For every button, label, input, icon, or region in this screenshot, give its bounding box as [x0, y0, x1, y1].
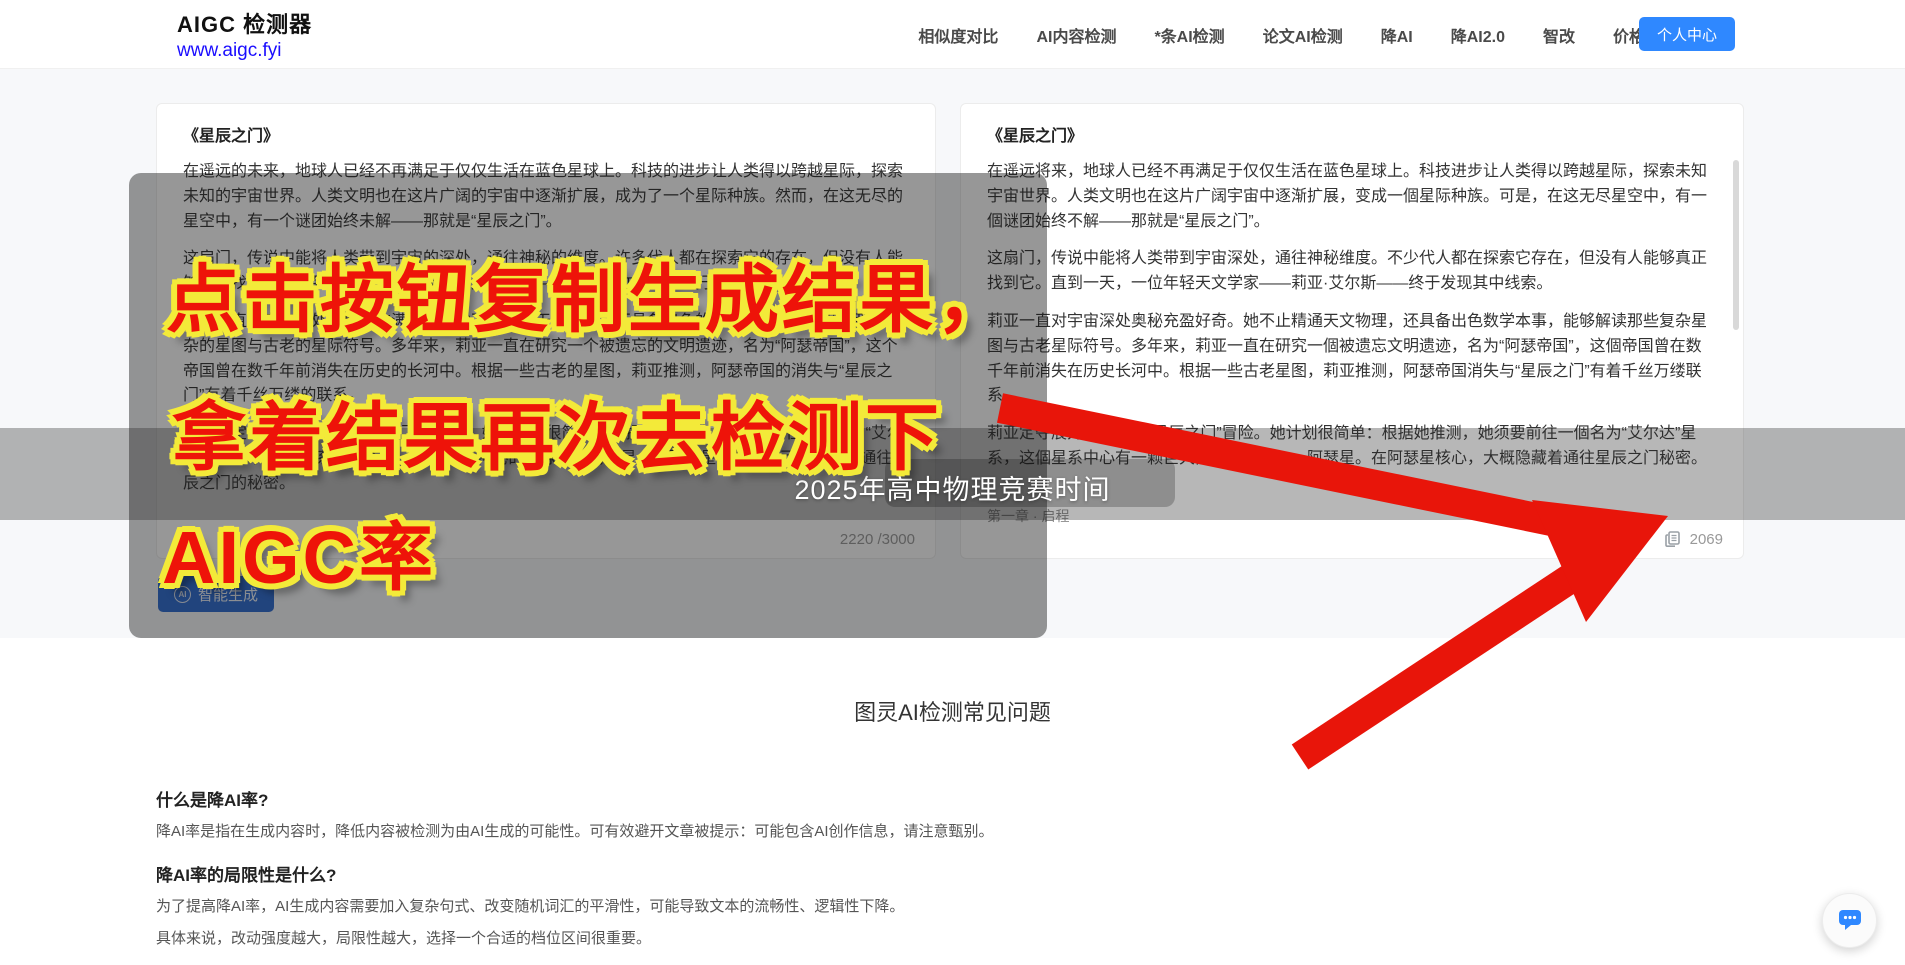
faq-answer-line: 降AI率是指在生成内容时，降低内容被检测为由AI生成的可能性。可有效避开文章被提…: [156, 821, 1556, 843]
nav-item[interactable]: 降AI: [1381, 23, 1413, 47]
story-paragraph: 莉亚决定展开一场关于“星辰之门”的冒险。她的计划很简单：根据她的推测，她需要前往…: [183, 422, 909, 496]
faq-answer-line: 具体来说，改动强度越大，局限性越大，选择一个合适的档位区间很重要。: [156, 928, 1556, 950]
chapter-label: 第一章 · 启程: [987, 506, 1069, 526]
faq-answer: 为了提高降AI率，AI生成内容需要加入复杂句式、改变随机词汇的平滑性，可能导致文…: [156, 896, 1556, 950]
source-text-panel[interactable]: 《星辰之门》 在遥远的未来，地球人已经不再满足于仅仅生活在蓝色星球上。科技的进步…: [156, 103, 936, 559]
result-text-body: 《星辰之门》 在遥远将来，地球人已经不再满足于仅仅生活在蓝色星球上。科技进步让人…: [961, 104, 1743, 476]
chat-support-button[interactable]: [1822, 893, 1877, 948]
chat-bubble-icon: [1836, 905, 1864, 936]
faq-question: 降AI率的局限性是什么?: [156, 861, 1556, 886]
story-paragraph: 莉亚一直对宇宙深处奥秘充盈好奇。她不止精通天文物理，还具备出色数学本事，能够解读…: [987, 310, 1717, 409]
story-paragraph: 莉亚一直对宇宙深处的奥秘充满好奇。她不仅精通天文物理，还具备出色的数学能力，能够…: [183, 310, 909, 409]
story-title-right: 《星辰之门》: [987, 122, 1717, 146]
faq-item: 什么是降AI率? 降AI率是指在生成内容时，降低内容被检测为由AI生成的可能性。…: [156, 786, 1556, 843]
smart-generate-button[interactable]: AI 智能生成: [158, 576, 274, 612]
nav-item[interactable]: 智改: [1543, 23, 1575, 47]
story-paragraph: 莉亚定夺展开一场关于“星辰之门”冒险。她计划很简单：根据她推测，她须要前往一個名…: [987, 422, 1717, 472]
faq-answer: 降AI率是指在生成内容时，降低内容被检测为由AI生成的可能性。可有效避开文章被提…: [156, 821, 1556, 843]
main-nav: 相似度对比AI内容检测*条AI检测论文AI检测降AI降AI2.0智改价格: [918, 0, 1645, 69]
char-counter-left: 2220 /3000: [840, 531, 915, 548]
logo[interactable]: AIGC 检测器 www.aigc.fyi: [177, 7, 312, 62]
tool-section: 《星辰之门》 在遥远的未来，地球人已经不再满足于仅仅生活在蓝色星球上。科技的进步…: [0, 69, 1905, 638]
story-paragraph: 在遥远将来，地球人已经不再满足于仅仅生活在蓝色星球上。科技进步让人类得以跨越星际…: [987, 160, 1717, 234]
faq-title: 图灵AI检测常见问题: [0, 695, 1905, 727]
logo-title: AIGC 检测器: [177, 7, 312, 39]
nav-item[interactable]: 相似度对比: [918, 23, 998, 47]
faq-section: 什么是降AI率? 降AI率是指在生成内容时，降低内容被检测为由AI生成的可能性。…: [156, 768, 1556, 965]
story-paragraph: 这扇门，传说中能将人类带到宇宙深处，通往神秘维度。不少代人都在探索它存在，但没有…: [987, 247, 1717, 297]
story-paragraph: 在遥远的未来，地球人已经不再满足于仅仅生活在蓝色星球上。科技的进步让人类得以跨越…: [183, 160, 909, 234]
source-text-body[interactable]: 《星辰之门》 在遥远的未来，地球人已经不再满足于仅仅生活在蓝色星球上。科技的进步…: [157, 104, 935, 502]
copy-icon: [1664, 536, 1682, 551]
scrollbar-thumb[interactable]: [1733, 160, 1739, 330]
profile-center-button[interactable]: 个人中心: [1639, 17, 1735, 51]
generate-button-label: 智能生成: [198, 584, 258, 605]
nav-item[interactable]: *条AI检测: [1154, 23, 1224, 47]
header: AIGC 检测器 www.aigc.fyi 相似度对比 AI内容检测 *条AI检测 论…: [0, 0, 1905, 69]
ai-circle-icon: AI: [174, 586, 191, 603]
story-paragraph: 这扇门，传说中能将人类带到宇宙的深处，通往神秘的维度。许多代人都在探索它的存在，…: [183, 247, 909, 297]
story-title-left: 《星辰之门》: [183, 122, 909, 146]
copy-result-button[interactable]: [1664, 530, 1682, 548]
result-paragraphs: 在遥远将来，地球人已经不再满足于仅仅生活在蓝色星球上。科技进步让人类得以跨越星际…: [987, 160, 1717, 476]
nav-item[interactable]: 论文AI检测: [1263, 23, 1343, 47]
char-counter-right: 2069: [1690, 531, 1723, 548]
source-paragraphs: 在遥远的未来，地球人已经不再满足于仅仅生活在蓝色星球上。科技的进步让人类得以跨越…: [183, 160, 909, 502]
nav-item[interactable]: AI内容检测: [1036, 23, 1116, 47]
logo-url[interactable]: www.aigc.fyi: [177, 40, 312, 62]
page: AIGC 检测器 www.aigc.fyi 相似度对比 AI内容检测 *条AI检测 论…: [0, 0, 1905, 965]
faq-question: 什么是降AI率?: [156, 786, 1556, 811]
faq-item: 降AI率的局限性是什么? 为了提高降AI率，AI生成内容需要加入复杂句式、改变随…: [156, 861, 1556, 950]
result-text-panel: 《星辰之门》 在遥远将来，地球人已经不再满足于仅仅生活在蓝色星球上。科技进步让人…: [960, 103, 1744, 559]
faq-answer-line: 为了提高降AI率，AI生成内容需要加入复杂句式、改变随机词汇的平滑性，可能导致文…: [156, 896, 1556, 918]
nav-item[interactable]: 降AI2.0: [1451, 23, 1505, 47]
